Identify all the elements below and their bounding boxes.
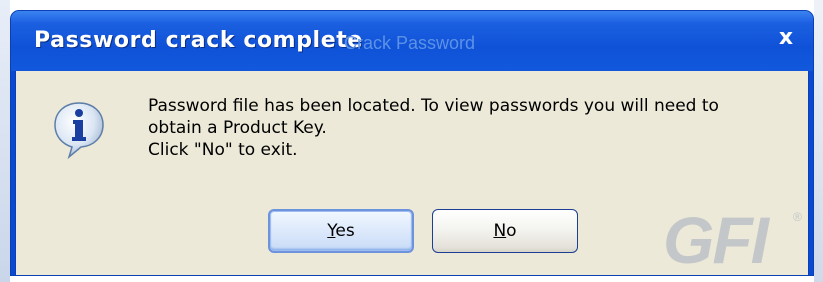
background-window-title: Crack Password: [344, 33, 476, 53]
close-icon[interactable]: x: [771, 23, 801, 53]
yes-button[interactable]: Yes: [268, 209, 414, 253]
information-icon: [54, 102, 104, 159]
gfi-logo: GFI ®: [663, 203, 802, 269]
dialog-title: Password crack complete: [34, 28, 363, 53]
message-line-1: Password file has been located. To view …: [148, 96, 719, 116]
registered-mark: ®: [793, 210, 802, 224]
no-button-mnemonic: N: [493, 221, 507, 241]
message-line-2: obtain a Product Key.: [148, 118, 327, 138]
background-window-edge-left: [0, 0, 10, 282]
title-bar[interactable]: Password crack complete Crack Password x: [11, 11, 813, 71]
background-window-edge-right: [814, 0, 823, 282]
dialog-body: Password file has been located. To view …: [15, 71, 809, 275]
message-dialog: Password crack complete Crack Password x…: [10, 10, 814, 276]
dialog-message: Password file has been located. To view …: [148, 95, 788, 161]
yes-button-label: es: [335, 221, 355, 241]
no-button-label: o: [506, 221, 517, 241]
gfi-logo-text: GFI: [663, 203, 771, 269]
message-line-3: Click "No" to exit.: [148, 140, 298, 160]
no-button[interactable]: No: [432, 209, 578, 253]
